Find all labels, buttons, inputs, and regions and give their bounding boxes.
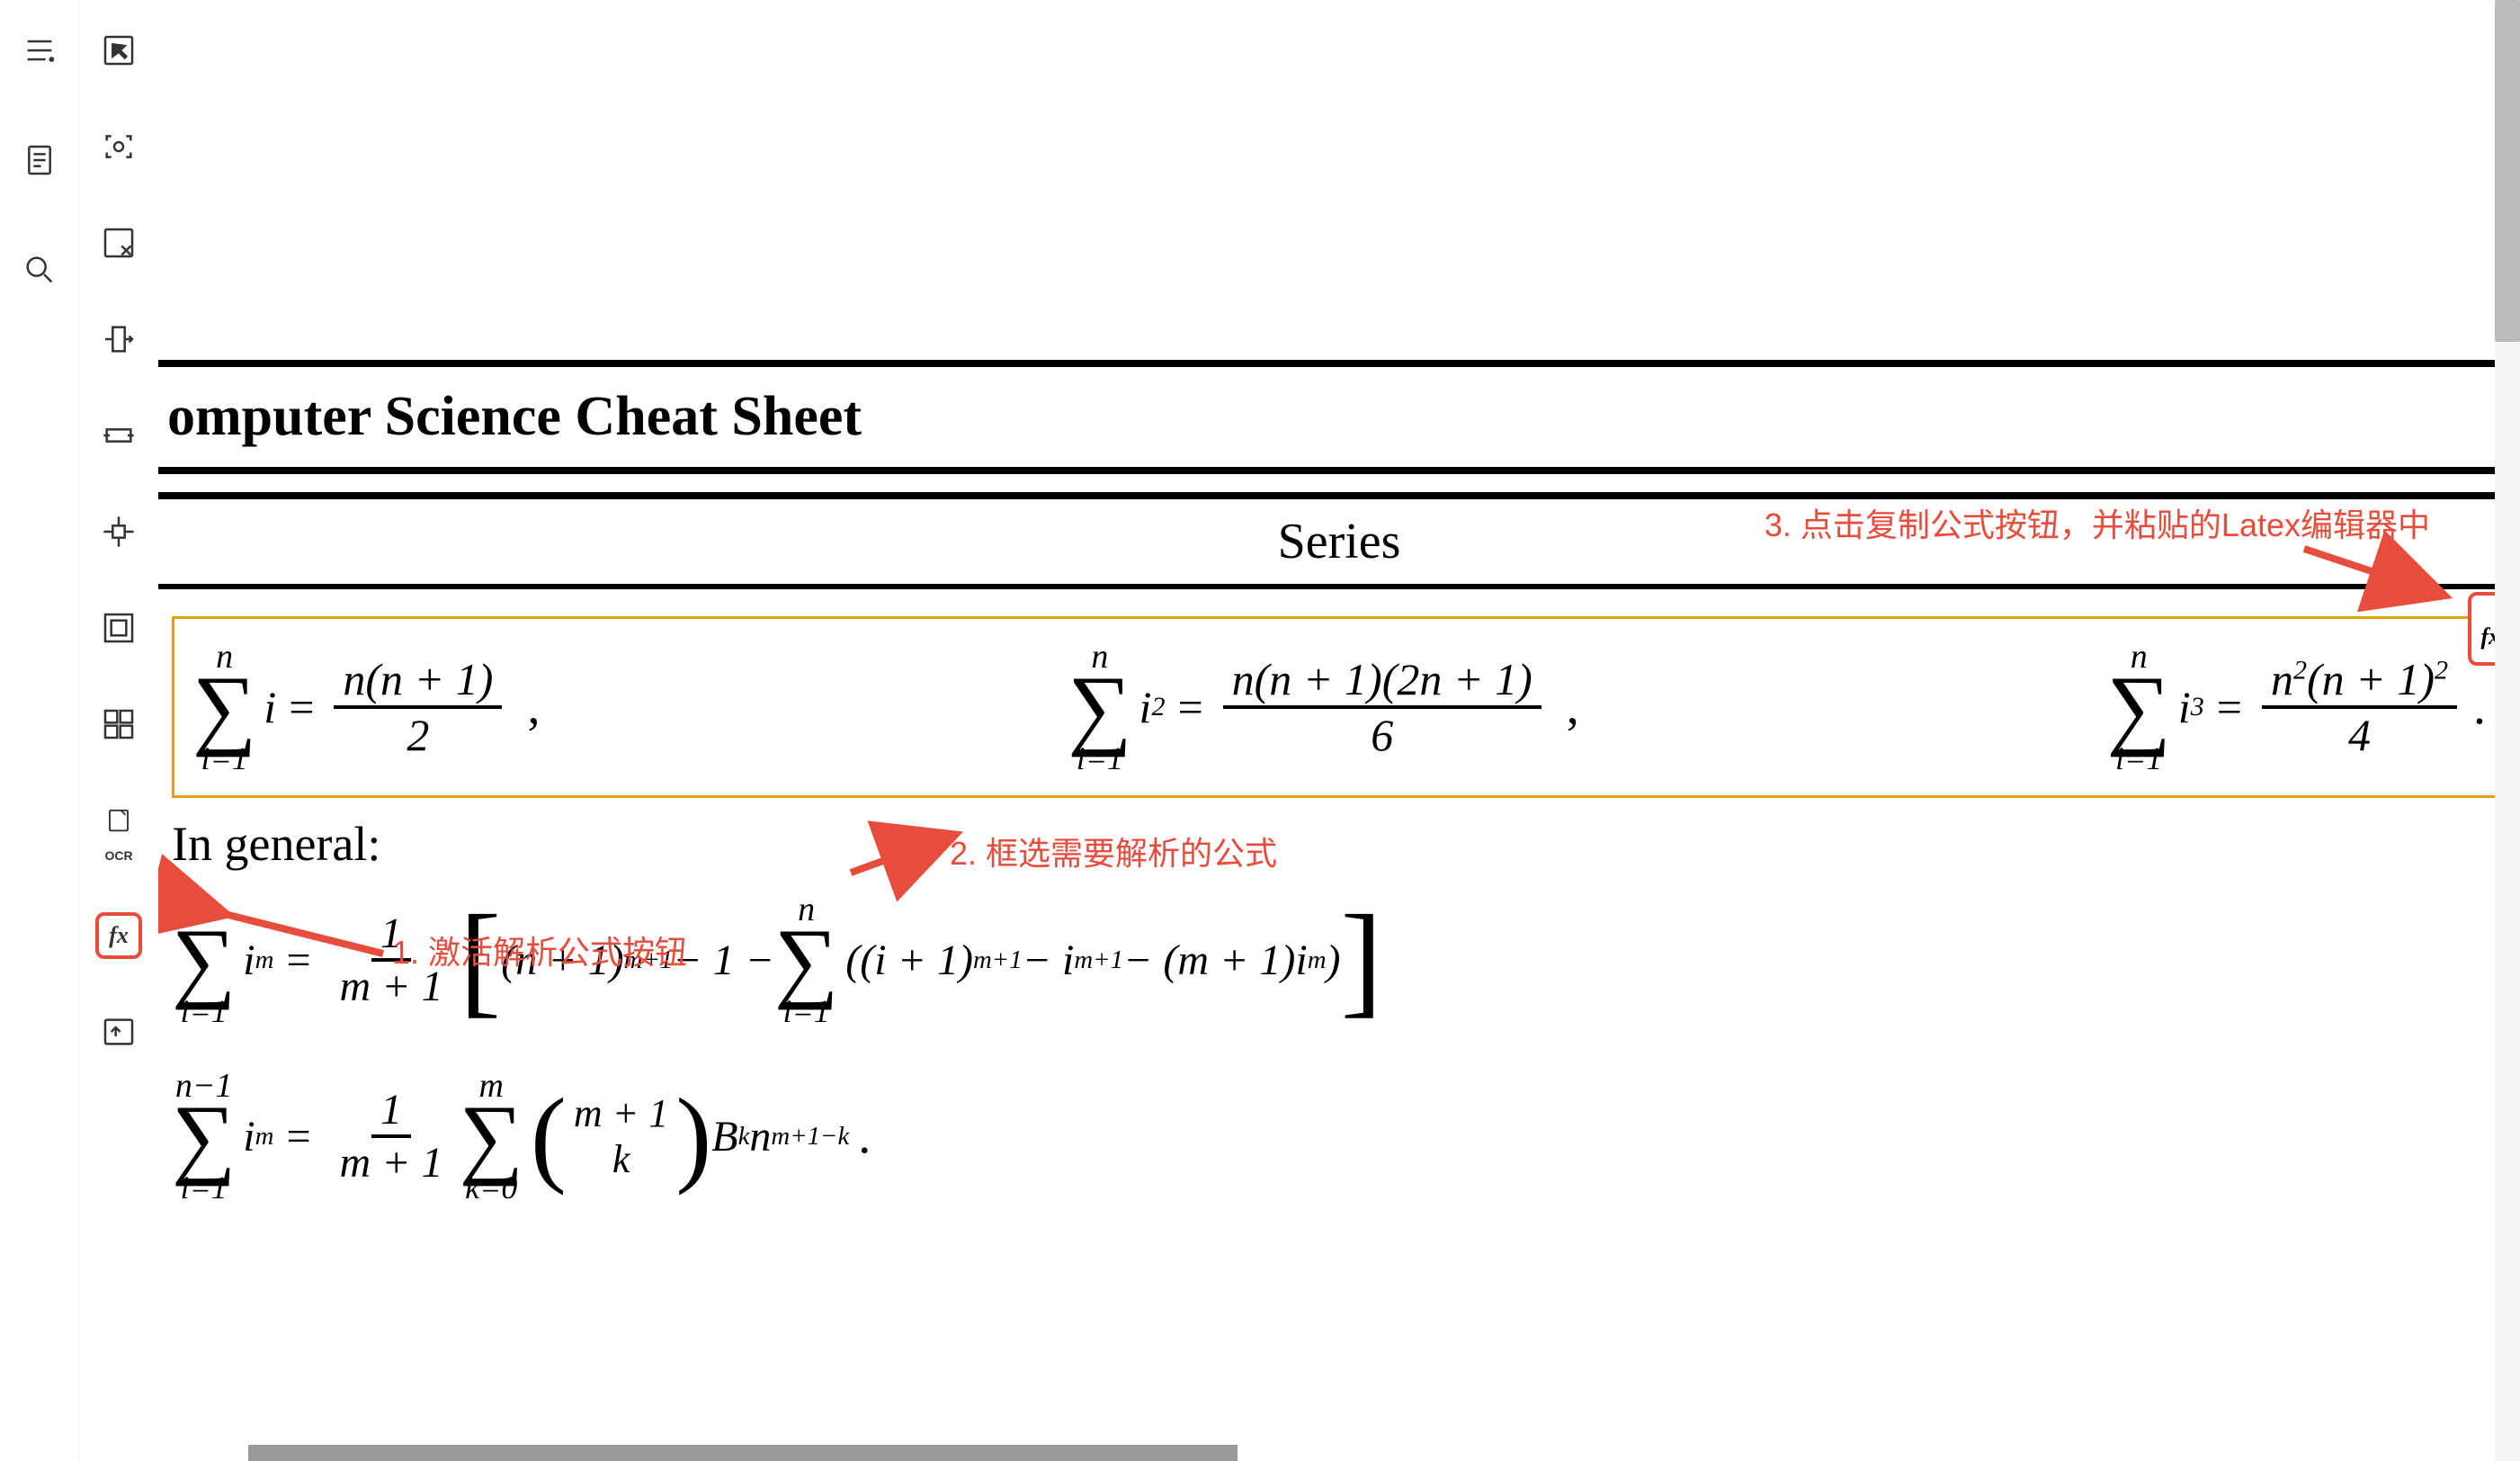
formula-button[interactable]: fx xyxy=(95,912,142,959)
grid-center-icon[interactable] xyxy=(95,508,142,555)
arrow-2 xyxy=(842,828,959,886)
arrow-1 xyxy=(203,900,401,976)
document-content: omputer Science Cheat Sheet Series 3. 点击… xyxy=(158,0,2520,1461)
formula-2: n ∑ i=1 i2 = n(n + 1)(2n + 1) 6 , xyxy=(1068,637,1597,777)
formula-selection-box[interactable]: n ∑ i=1 i = n(n + 1) 2 , n ∑ i=1 i2 = n(… xyxy=(172,616,2507,798)
capture-icon[interactable] xyxy=(95,123,142,170)
crop-width-icon[interactable] xyxy=(95,316,142,363)
general-formula-2: n−1 ∑ i=1 im = 1 m + 1 m ∑ k=0 ( m + 1 k… xyxy=(158,1048,2520,1224)
ocr-icon[interactable] xyxy=(95,797,142,844)
search-icon[interactable] xyxy=(16,246,63,293)
horizontal-scrollbar[interactable] xyxy=(248,1445,1238,1461)
menu-icon[interactable] xyxy=(16,27,63,74)
close-region-icon[interactable] xyxy=(95,220,142,266)
fx-icon: fx xyxy=(109,922,129,949)
bounds-icon[interactable] xyxy=(95,605,142,651)
toolbar: OCR fx xyxy=(79,0,158,1461)
sidebar-left xyxy=(0,0,79,1461)
annotation-1: 1. 激活解析公式按钮 xyxy=(392,927,687,973)
in-general-label: In general: xyxy=(158,816,2520,872)
formula-3: n ∑ i=1 i3 = n2(n + 1)2 4 . xyxy=(2107,637,2486,777)
crop-horizontal-icon[interactable] xyxy=(95,412,142,459)
grid-view-icon[interactable] xyxy=(95,701,142,748)
cursor-select-icon[interactable] xyxy=(95,27,142,74)
annotation-2: 2. 框选需要解析的公式 xyxy=(950,828,1277,874)
scrollbar-thumb[interactable] xyxy=(2495,0,2520,342)
document-title: omputer Science Cheat Sheet xyxy=(158,385,2520,449)
ocr-label: OCR xyxy=(104,848,132,863)
export-icon[interactable] xyxy=(95,1008,142,1055)
document-icon[interactable] xyxy=(16,137,63,184)
formula-1: n ∑ i=1 i = n(n + 1) 2 , xyxy=(192,637,558,777)
arrow-3 xyxy=(2295,540,2457,616)
document-header: omputer Science Cheat Sheet xyxy=(158,360,2520,474)
vertical-scrollbar[interactable] xyxy=(2495,0,2520,1461)
